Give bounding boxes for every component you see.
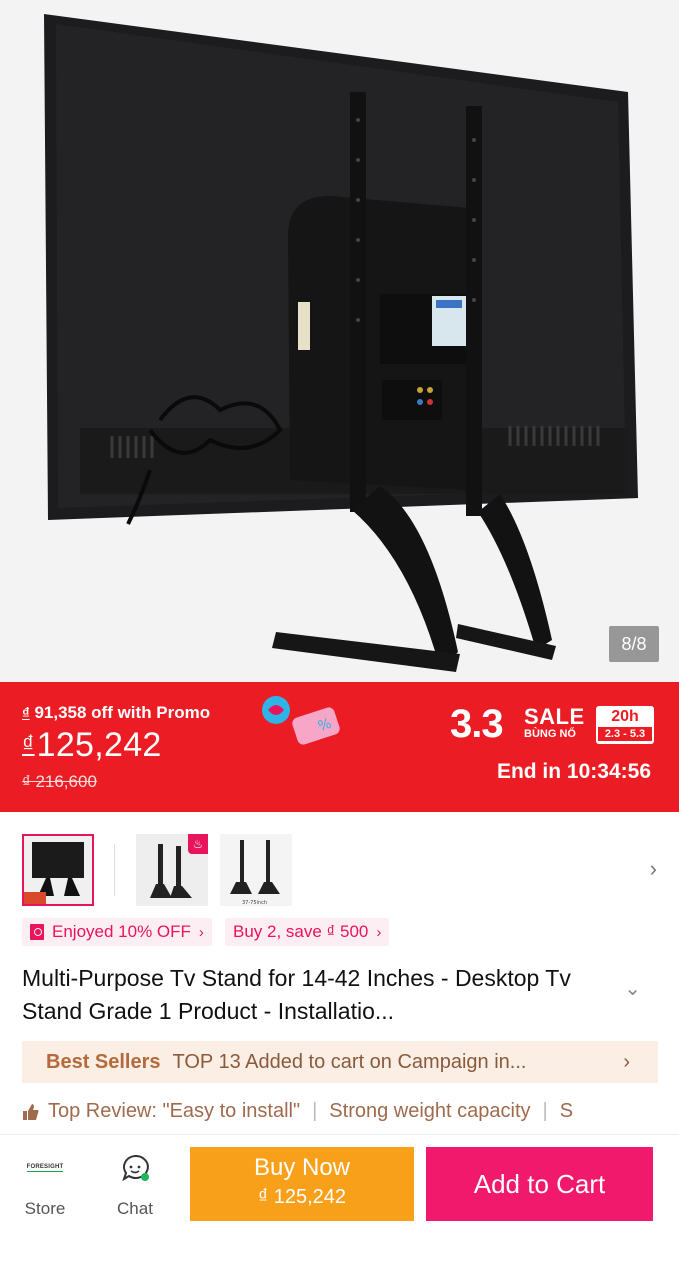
review-highlights[interactable]: Top Review: "Easy to install" | Strong w… xyxy=(22,1100,679,1123)
thumbs-up-icon xyxy=(23,1103,39,1120)
sale-badge: 3.3 SALE BÙNG NỔ 20h 2.3 - 5.3 xyxy=(450,702,660,750)
chat-button[interactable]: Chat xyxy=(100,1151,170,1219)
promo-deco-icon: % xyxy=(262,696,340,745)
review-second: Strong weight capacity xyxy=(329,1100,531,1122)
chevron-right-icon: › xyxy=(623,1050,630,1073)
coupon-icon xyxy=(30,924,44,940)
coupon-chip-bundle[interactable]: Buy 2, save ₫ 500 › xyxy=(225,918,390,946)
promo-banner: ₫ 91,358 off with Promo ₫125,242 ₫ 216,6… xyxy=(0,682,679,812)
store-logo-icon: FORESIGHT xyxy=(26,1164,64,1172)
promo-price: ₫125,242 xyxy=(22,726,162,764)
chevron-right-icon: › xyxy=(198,923,204,941)
tv-stand-legs-thumb[interactable]: 37-75inch xyxy=(220,834,292,906)
chat-label: Chat xyxy=(117,1199,153,1218)
best-sellers-text: TOP 13 Added to cart on Campaign in... xyxy=(172,1050,527,1073)
store-label: Store xyxy=(24,1199,66,1218)
product-image-gallery[interactable]: 8/8 xyxy=(0,0,679,682)
image-counter: 8/8 xyxy=(609,626,659,662)
hot-icon: ♨ xyxy=(188,834,208,854)
chevron-down-icon[interactable]: ⌄ xyxy=(624,976,641,1001)
chat-icon xyxy=(122,1154,149,1182)
thumbnail-divider xyxy=(114,844,115,896)
review-top: Top Review: "Easy to install" xyxy=(48,1100,301,1122)
svg-text:37-75inch: 37-75inch xyxy=(242,900,267,906)
divider: | xyxy=(542,1100,548,1122)
product-title: Multi-Purpose Tv Stand for 14-42 Inches … xyxy=(22,965,571,1024)
thumbnail-strip: ♨ 37-75inch › xyxy=(0,828,679,910)
review-third: S xyxy=(559,1100,574,1122)
best-sellers-label: Best Sellers xyxy=(46,1050,161,1073)
divider: | xyxy=(312,1100,318,1122)
chevron-right-icon[interactable]: › xyxy=(650,856,657,882)
sale-countdown: End in 10:34:56 xyxy=(496,760,651,783)
coupon-chip-discount[interactable]: Enjoyed 10% OFF › xyxy=(22,918,212,946)
original-price: ₫ 216,600 xyxy=(22,772,97,791)
tv-stand-front-thumb[interactable] xyxy=(22,834,94,906)
buy-now-button[interactable]: Buy Now ₫ 125,242 xyxy=(190,1147,414,1221)
bottom-action-bar: FORESIGHT Store Chat Buy Now ₫ 125,242 A… xyxy=(0,1134,679,1280)
tv-stand-brackets-thumb[interactable]: ♨ xyxy=(136,834,208,906)
best-sellers-banner[interactable]: Best Sellers TOP 13 Added to cart on Cam… xyxy=(22,1041,658,1083)
tv-stand-back-view xyxy=(0,0,679,682)
store-button[interactable]: FORESIGHT Store xyxy=(10,1151,80,1219)
promo-discount: ₫ 91,358 off with Promo xyxy=(22,703,211,722)
add-to-cart-button[interactable]: Add to Cart xyxy=(426,1147,653,1221)
chevron-right-icon: › xyxy=(376,923,382,941)
